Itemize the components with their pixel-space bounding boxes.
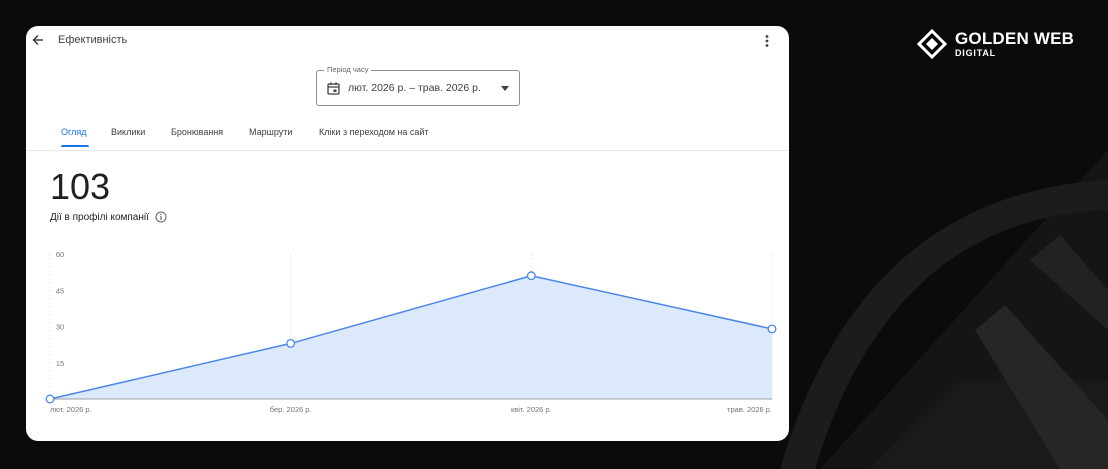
x-tick-label: лют. 2026 р. [50, 405, 92, 414]
data-point [286, 338, 296, 348]
brand-logo: GOLDEN WEB DIGITAL [917, 27, 1074, 61]
brand-name: GOLDEN WEB [955, 29, 1075, 48]
y-tick-label: 15 [56, 359, 64, 368]
x-tick-label: квіт. 2026 р. [511, 405, 552, 414]
y-tick-label: 60 [56, 250, 64, 259]
x-tick-label: трав. 2026 р. [727, 405, 772, 414]
actions-chart: 60 45 30 15 лют. 2026 р. бер. 2026 р. квіт. 20… [45, 250, 777, 414]
golden-web-logo-icon [917, 29, 947, 59]
y-tick-label: 45 [56, 286, 64, 295]
performance-card: Ефективність Період часу лют. 2026 р. – … [26, 26, 789, 441]
data-point [526, 271, 536, 281]
y-tick-label: 30 [56, 323, 64, 332]
data-point [767, 324, 777, 334]
data-point [45, 394, 55, 404]
brand-subtitle: DIGITAL [955, 48, 996, 58]
x-tick-label: бер. 2026 р. [270, 405, 312, 414]
chart-area [50, 275, 772, 399]
